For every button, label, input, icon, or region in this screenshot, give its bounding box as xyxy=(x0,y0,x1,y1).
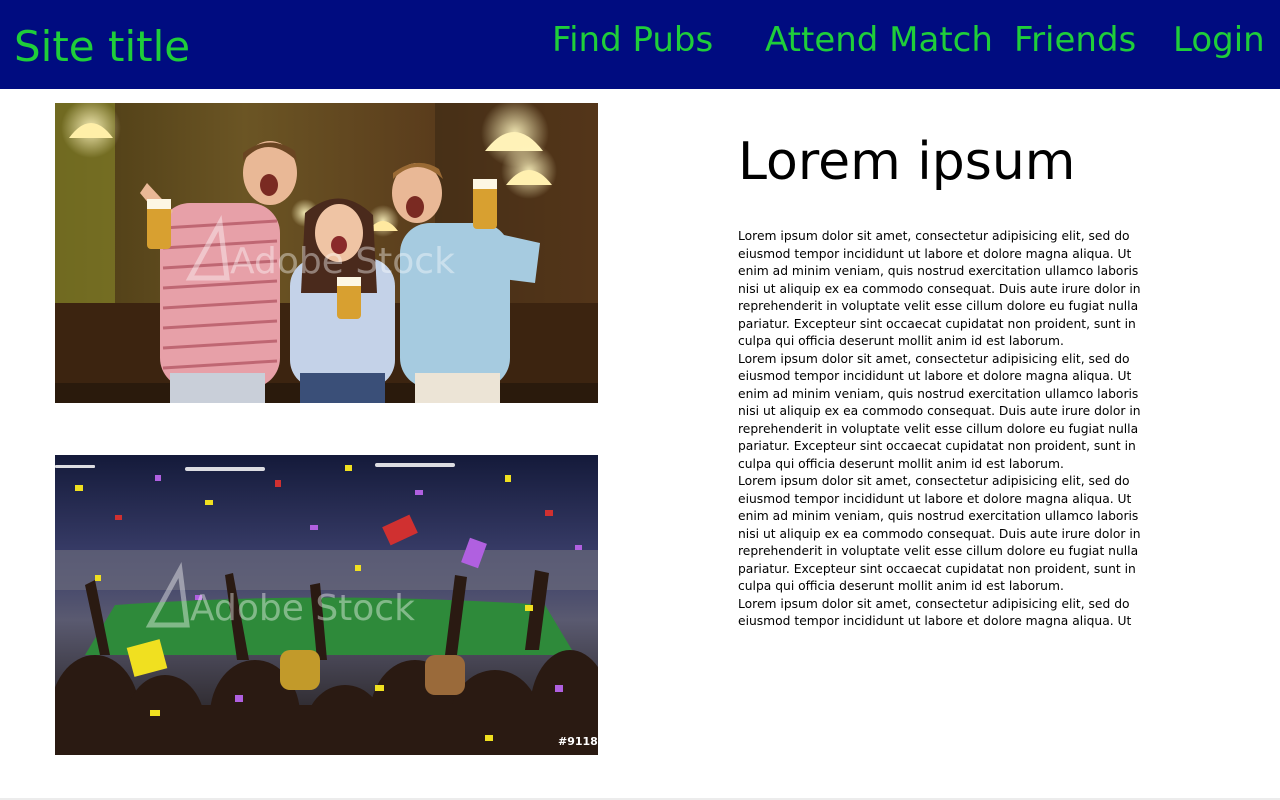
stadium-crowd-photo: Adobe Stock #91181 xyxy=(55,455,598,755)
watermark-text: Adobe Stock xyxy=(230,241,455,282)
article-paragraph: Lorem ipsum dolor sit amet, consectetur … xyxy=(738,596,1132,634)
article-paragraph: Lorem ipsum dolor sit amet, consectetur … xyxy=(738,351,1141,471)
nav-attend-match[interactable]: Attend Match xyxy=(765,18,993,62)
watermark-text: Adobe Stock xyxy=(190,588,415,629)
article-paragraph: Lorem ipsum dolor sit amet, consectetur … xyxy=(738,229,1141,348)
site-title-link[interactable]: Site title xyxy=(14,22,190,72)
article-heading: Lorem ipsum xyxy=(738,132,1076,192)
nav-friends[interactable]: Friends xyxy=(1014,18,1136,62)
article-paragraph: Lorem ipsum dolor sit amet, consectetur … xyxy=(738,474,1141,593)
stock-id-label: #91181 xyxy=(558,735,598,748)
article-body: Lorem ipsum dolor sit amet, consectetur … xyxy=(738,228,1150,633)
nav-login[interactable]: Login xyxy=(1173,18,1265,62)
top-navigation-bar: Site title Find Pubs Attend Match Friend… xyxy=(0,0,1280,89)
pub-friends-cheering-photo: Adobe Stock xyxy=(55,103,598,403)
nav-find-pubs[interactable]: Find Pubs xyxy=(552,18,713,62)
